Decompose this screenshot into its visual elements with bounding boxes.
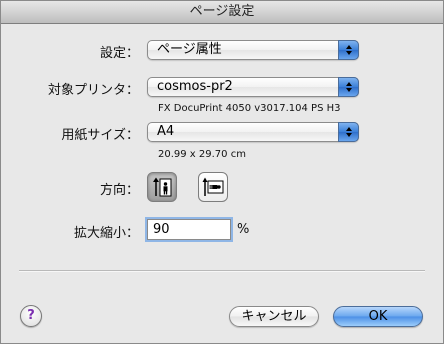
scale-label: 拡大縮小： (73, 226, 139, 241)
portrait-orientation-icon (153, 177, 172, 197)
scale-input[interactable]: 90 (147, 219, 231, 240)
help-button[interactable]: ? (20, 305, 42, 327)
landscape-orientation-button[interactable] (198, 172, 228, 202)
printer-popup-value: cosmos-pr2 (157, 79, 233, 94)
footer-separator (19, 270, 425, 272)
printer-popup[interactable]: cosmos-pr2 (147, 77, 359, 97)
scale-unit: % (237, 222, 250, 237)
window-title: ページ設定 (1, 1, 443, 24)
dialog-content: 設定： ページ属性 対象プリンタ： cosmos-pr2 FX DocuPrin… (1, 24, 443, 343)
popup-arrows-icon (338, 77, 359, 97)
orientation-label: 方向： (99, 183, 139, 198)
settings-label: 設定： (99, 46, 139, 61)
page-setup-dialog: ページ設定 設定： ページ属性 対象プリンタ： cosmos-pr2 FX Do… (0, 0, 444, 344)
popup-arrows-icon (338, 40, 359, 60)
paper-size-popup[interactable]: A4 (147, 122, 359, 142)
popup-arrows-icon (338, 122, 359, 142)
landscape-orientation-icon (202, 177, 224, 196)
paper-dimensions: 20.99 x 29.70 cm (158, 149, 246, 160)
portrait-orientation-button[interactable] (147, 172, 177, 202)
paper-size-label: 用紙サイズ： (61, 128, 139, 143)
settings-popup-value: ページ属性 (157, 42, 222, 57)
settings-popup[interactable]: ページ属性 (147, 40, 359, 60)
ok-button[interactable]: OK (333, 306, 423, 327)
printer-label: 対象プリンタ： (47, 83, 139, 98)
cancel-button[interactable]: キャンセル (229, 306, 319, 327)
paper-size-popup-value: A4 (157, 124, 175, 139)
printer-description: FX DocuPrint 4050 v3017.104 PS H3 (158, 103, 341, 114)
